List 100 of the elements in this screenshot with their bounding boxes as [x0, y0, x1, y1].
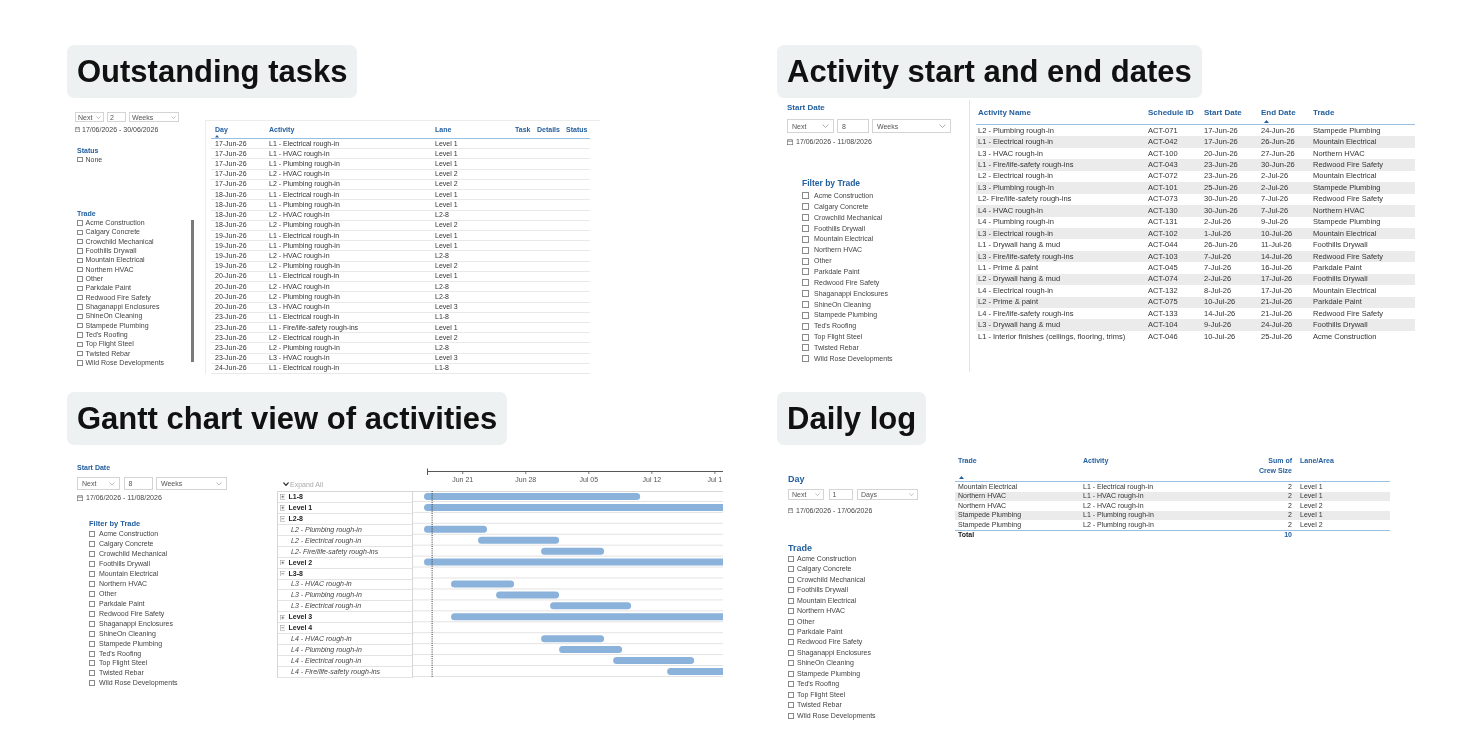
checkbox[interactable] — [89, 541, 95, 548]
checkbox[interactable] — [77, 350, 83, 357]
chevron-down-icon — [171, 115, 176, 119]
checkbox[interactable] — [788, 608, 794, 615]
checkbox[interactable] — [802, 203, 809, 211]
checkbox[interactable] — [802, 279, 809, 287]
checkbox[interactable] — [802, 268, 809, 276]
calendar-icon — [75, 126, 80, 132]
chevron-down-icon — [109, 481, 115, 486]
chevron-down-icon — [216, 481, 222, 486]
column-header[interactable]: Trade — [1313, 108, 1335, 118]
checkbox[interactable] — [802, 311, 809, 319]
calendar-icon — [77, 494, 83, 501]
checkbox[interactable] — [788, 576, 794, 583]
scrollbar-thumb[interactable] — [191, 220, 194, 363]
plus-box-icon[interactable] — [279, 494, 285, 500]
checkbox[interactable] — [89, 640, 95, 647]
checkbox[interactable] — [802, 214, 809, 222]
column-header[interactable]: Schedule ID — [1148, 108, 1194, 118]
checkbox[interactable] — [89, 551, 95, 558]
checkbox[interactable] — [788, 649, 794, 656]
checkbox[interactable] — [802, 333, 809, 341]
checkbox[interactable] — [77, 294, 83, 301]
checkbox[interactable] — [89, 531, 95, 538]
checkbox[interactable] — [788, 702, 794, 709]
gantt-bar — [667, 668, 723, 675]
checkbox[interactable] — [802, 322, 809, 330]
checkbox[interactable] — [802, 257, 809, 265]
checkbox[interactable] — [89, 591, 95, 597]
checkbox[interactable] — [89, 581, 95, 588]
checkbox[interactable] — [788, 660, 794, 667]
checkbox[interactable] — [802, 344, 809, 352]
checkbox[interactable] — [788, 555, 794, 562]
minus-box-icon[interactable] — [279, 570, 285, 577]
gantt-bar — [541, 635, 605, 643]
minus-box-icon[interactable] — [279, 625, 285, 631]
checkbox[interactable] — [77, 156, 83, 163]
checkbox[interactable] — [89, 571, 95, 578]
filter-title: Day — [788, 473, 805, 485]
checkbox[interactable] — [802, 355, 809, 363]
checkbox[interactable] — [77, 276, 83, 282]
checkbox[interactable] — [788, 587, 794, 594]
gantt-bar — [451, 580, 515, 588]
checkbox[interactable] — [788, 618, 794, 625]
checkbox[interactable] — [89, 660, 95, 667]
checkbox[interactable] — [788, 566, 794, 573]
checkbox[interactable] — [77, 313, 83, 319]
checkbox[interactable] — [89, 610, 95, 617]
column-header[interactable]: Activity Name — [978, 108, 1031, 118]
checkbox[interactable] — [802, 235, 809, 243]
calendar-icon — [788, 507, 793, 513]
checkbox[interactable] — [89, 620, 95, 627]
checkbox[interactable] — [802, 301, 809, 308]
column-header[interactable]: End Date — [1261, 108, 1296, 118]
checkbox[interactable] — [89, 630, 95, 637]
checkbox[interactable] — [77, 360, 83, 366]
checkbox[interactable] — [89, 650, 95, 657]
checkbox[interactable] — [788, 681, 794, 688]
checkbox[interactable] — [788, 670, 794, 677]
checkbox[interactable] — [77, 229, 83, 236]
checkbox[interactable] — [77, 220, 83, 226]
checkbox[interactable] — [802, 192, 809, 200]
filter-title: Trade — [788, 542, 812, 554]
checkbox[interactable] — [89, 680, 95, 687]
checkbox[interactable] — [89, 670, 95, 677]
checkbox[interactable] — [802, 225, 809, 232]
checkbox[interactable] — [802, 246, 809, 254]
checkbox[interactable] — [89, 600, 95, 607]
chevron-down-icon — [815, 493, 820, 496]
checkbox[interactable] — [77, 304, 83, 310]
checkbox[interactable] — [77, 238, 83, 245]
checkbox[interactable] — [788, 597, 794, 604]
checkbox[interactable] — [802, 290, 809, 298]
chevron-down-icon — [822, 124, 829, 128]
section-heading: Outstanding tasks — [67, 45, 358, 98]
section-heading: Gantt chart view of activities — [67, 392, 508, 445]
plus-box-icon[interactable] — [279, 505, 285, 511]
column-header[interactable]: Start Date — [1204, 108, 1242, 118]
checkbox[interactable] — [77, 322, 83, 329]
checkbox[interactable] — [77, 266, 83, 273]
gantt-bar — [424, 525, 488, 533]
checkbox[interactable] — [788, 691, 794, 698]
checkbox[interactable] — [788, 712, 794, 719]
plus-box-icon[interactable] — [279, 614, 285, 621]
chevron-down-icon — [96, 115, 101, 119]
minus-box-icon[interactable] — [279, 516, 285, 522]
checkbox[interactable] — [77, 332, 83, 338]
chevron-down-icon — [909, 493, 914, 496]
gantt-bar — [559, 646, 623, 654]
checkbox[interactable] — [89, 561, 95, 568]
checkbox[interactable] — [77, 341, 83, 347]
calendar-icon — [787, 138, 793, 145]
gantt-bar — [541, 547, 605, 555]
checkbox[interactable] — [77, 285, 83, 292]
checkbox[interactable] — [788, 629, 794, 635]
chevron-down-icon — [283, 482, 289, 486]
checkbox[interactable] — [77, 248, 83, 254]
checkbox[interactable] — [77, 257, 83, 264]
checkbox[interactable] — [788, 639, 794, 646]
plus-box-icon[interactable] — [279, 559, 285, 566]
